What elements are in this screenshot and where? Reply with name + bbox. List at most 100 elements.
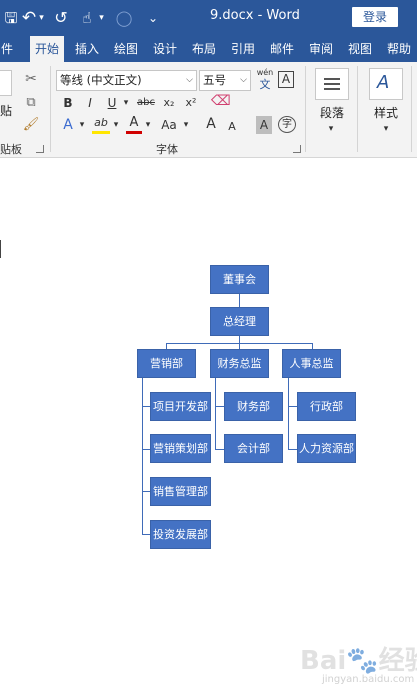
shrink-font-button[interactable]: A bbox=[224, 118, 240, 136]
styles-dropdown-icon[interactable]: ▾ bbox=[380, 120, 392, 138]
org-node-department[interactable]: 财务总监 bbox=[210, 349, 269, 378]
character-border-icon[interactable]: A bbox=[278, 71, 294, 88]
connector-line bbox=[142, 406, 150, 407]
word-window: 🖫 ↶ ▾ ↺ ☝ ▾ ◯ ⌄ 9.docx - Word 登录 件 开始 插入… bbox=[0, 0, 417, 698]
font-size-value: 五号 bbox=[203, 73, 226, 87]
connector-line bbox=[142, 491, 150, 492]
connector-line bbox=[142, 449, 150, 450]
highlight-dropdown-icon[interactable]: ▾ bbox=[111, 116, 121, 134]
tab-draw[interactable]: 绘图 bbox=[111, 36, 141, 62]
strikethrough-button[interactable]: abc bbox=[135, 94, 157, 112]
change-case-dropdown-icon[interactable]: ▾ bbox=[181, 116, 191, 134]
document-canvas[interactable] bbox=[0, 159, 417, 698]
chevron-down-icon[interactable]: ⌵ bbox=[240, 71, 247, 90]
save-icon[interactable]: 🖫 bbox=[2, 7, 20, 29]
underline-dropdown-icon[interactable]: ▾ bbox=[121, 94, 131, 112]
clipboard-group-label: 贴板 bbox=[0, 143, 22, 156]
phonetic-guide-icon[interactable]: 文 bbox=[255, 78, 275, 92]
superscript-button[interactable]: x² bbox=[182, 94, 200, 112]
org-node-subunit[interactable]: 项目开发部 bbox=[150, 392, 211, 421]
styles-icon[interactable]: A bbox=[369, 68, 403, 100]
org-node-department[interactable]: 人事总监 bbox=[282, 349, 341, 378]
grow-font-button[interactable]: A bbox=[203, 115, 219, 133]
connector-line bbox=[288, 378, 289, 449]
customize-qat-icon[interactable]: ⌄ bbox=[145, 7, 161, 29]
group-divider bbox=[50, 66, 51, 152]
styles-button[interactable]: 样式 bbox=[374, 104, 398, 121]
font-group-label: 字体 bbox=[156, 143, 178, 156]
clipboard-launcher-icon[interactable] bbox=[36, 145, 44, 153]
cut-icon[interactable]: ✂ bbox=[22, 70, 40, 88]
group-divider bbox=[411, 66, 412, 152]
tab-view[interactable]: 视图 bbox=[345, 36, 375, 62]
ribbon: 贴 ✂ ⧉ 🖌 贴板 等线 (中文正文) ⌵ 五号 ⌵ wén 文 A B I … bbox=[0, 62, 417, 158]
org-node-department[interactable]: 营销部 bbox=[137, 349, 196, 378]
connector-line bbox=[288, 406, 297, 407]
connector-line bbox=[215, 378, 216, 449]
org-node-subunit[interactable]: 会计部 bbox=[224, 434, 283, 463]
document-title: 9.docx - Word bbox=[210, 8, 300, 23]
highlight-button[interactable]: ab bbox=[92, 116, 110, 134]
paste-icon[interactable] bbox=[0, 70, 12, 96]
text-cursor bbox=[0, 240, 1, 258]
connector-line bbox=[142, 378, 143, 534]
org-node-subunit[interactable]: 财务部 bbox=[224, 392, 283, 421]
tab-help[interactable]: 帮助 bbox=[384, 36, 414, 62]
undo-dropdown-icon[interactable]: ▾ bbox=[37, 7, 46, 29]
org-node-subunit[interactable]: 投资发展部 bbox=[150, 520, 211, 549]
font-name-combobox[interactable]: 等线 (中文正文) ⌵ bbox=[56, 70, 197, 91]
copy-icon[interactable]: ⧉ bbox=[22, 94, 40, 112]
change-case-button[interactable]: Aa bbox=[158, 116, 180, 134]
paste-button[interactable]: 贴 bbox=[0, 102, 12, 119]
tab-file[interactable]: 件 bbox=[0, 36, 14, 62]
undo-icon[interactable]: ↶ bbox=[20, 7, 38, 29]
paragraph-dropdown-icon[interactable]: ▾ bbox=[325, 120, 337, 138]
org-node-subunit[interactable]: 营销策划部 bbox=[150, 434, 211, 463]
connector-line bbox=[239, 294, 240, 307]
italic-button[interactable]: I bbox=[82, 94, 98, 112]
subscript-button[interactable]: x₂ bbox=[160, 94, 178, 112]
watermark-url: jingyan.baidu.com bbox=[322, 674, 415, 685]
tab-review[interactable]: 审阅 bbox=[306, 36, 336, 62]
org-node-general-manager[interactable]: 总经理 bbox=[210, 307, 269, 336]
title-bar: 🖫 ↶ ▾ ↺ ☝ ▾ ◯ ⌄ 9.docx - Word 登录 bbox=[0, 0, 417, 36]
org-node-board[interactable]: 董事会 bbox=[210, 265, 269, 294]
font-size-combobox[interactable]: 五号 ⌵ bbox=[199, 70, 251, 91]
org-node-subunit[interactable]: 行政部 bbox=[297, 392, 356, 421]
text-effects-button[interactable]: A bbox=[60, 116, 76, 134]
font-color-dropdown-icon[interactable]: ▾ bbox=[143, 116, 153, 134]
text-effects-dropdown-icon[interactable]: ▾ bbox=[77, 116, 87, 134]
login-button[interactable]: 登录 bbox=[352, 7, 398, 27]
clear-formatting-icon[interactable]: ⌫ bbox=[211, 92, 231, 110]
font-launcher-icon[interactable] bbox=[293, 145, 301, 153]
tab-insert[interactable]: 插入 bbox=[72, 36, 102, 62]
font-color-button[interactable]: A bbox=[126, 116, 142, 134]
autosave-circle-icon[interactable]: ◯ bbox=[114, 7, 134, 29]
redo-icon[interactable]: ↺ bbox=[52, 7, 70, 29]
org-node-subunit[interactable]: 销售管理部 bbox=[150, 477, 211, 506]
character-shading-button[interactable]: A bbox=[256, 116, 272, 134]
connector-line bbox=[215, 449, 224, 450]
tab-home[interactable]: 开始 bbox=[30, 36, 64, 62]
group-divider bbox=[357, 66, 358, 152]
paragraph-icon[interactable] bbox=[315, 68, 349, 100]
touch-dropdown-icon[interactable]: ▾ bbox=[97, 7, 106, 29]
bold-button[interactable]: B bbox=[60, 94, 76, 112]
underline-button[interactable]: U bbox=[104, 94, 120, 112]
tab-design[interactable]: 设计 bbox=[150, 36, 180, 62]
connector-line bbox=[288, 449, 297, 450]
tab-mailings[interactable]: 邮件 bbox=[267, 36, 297, 62]
enclose-characters-button[interactable]: 字 bbox=[278, 116, 296, 133]
format-painter-icon[interactable]: 🖌 bbox=[22, 116, 40, 134]
group-divider bbox=[305, 66, 306, 152]
org-node-subunit[interactable]: 人力资源部 bbox=[297, 434, 356, 463]
touch-mode-icon[interactable]: ☝ bbox=[78, 7, 96, 29]
font-name-value: 等线 (中文正文) bbox=[60, 73, 142, 87]
chevron-down-icon[interactable]: ⌵ bbox=[186, 71, 193, 90]
tab-layout[interactable]: 布局 bbox=[189, 36, 219, 62]
connector-line bbox=[215, 406, 224, 407]
baidu-jingyan-watermark: Bai🐾经验 bbox=[300, 646, 417, 676]
connector-line bbox=[142, 534, 150, 535]
tab-references[interactable]: 引用 bbox=[228, 36, 258, 62]
paragraph-button[interactable]: 段落 bbox=[320, 104, 344, 121]
